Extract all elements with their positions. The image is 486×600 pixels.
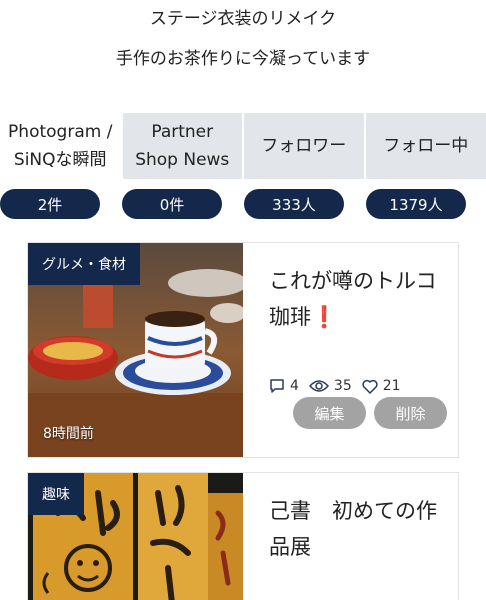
tab-photogram-label-1: Photogram / [8,122,113,142]
tab-following-label: フォロー中 [383,136,469,156]
tab-partner-label-1: Partner [151,122,214,142]
bio-line-2: 手作のお茶作りに今凝っています [115,49,371,69]
category-badge: 趣味 [28,473,84,515]
category-badge: グルメ・食材 [28,243,140,285]
post-card[interactable]: 趣味 己書 初めての作品展 [27,472,459,600]
tab-following[interactable]: フォロー中 [365,113,486,179]
heart-icon[interactable] [362,379,378,394]
like-count[interactable]: 21 [362,378,401,394]
comment-icon [270,379,284,393]
post-meta: 4 35 21 [269,378,411,394]
post-thumbnail-turkish-coffee[interactable]: グルメ・食材 8時間前 [28,243,243,457]
partner-count-badge[interactable]: 0件 [122,189,222,219]
tab-partner-shop-news[interactable]: Partner Shop News [122,113,242,179]
like-count-value: 21 [382,378,401,394]
following-count-badge[interactable]: 1379人 [366,189,466,219]
tab-followers-label: フォロワー [261,136,347,156]
view-count: 35 [308,378,352,394]
comment-count: 4 [269,378,299,394]
view-count-value: 35 [333,378,352,394]
delete-button[interactable]: 削除 [374,397,447,429]
post-title[interactable]: これが噂のトルコ珈琲❗ [269,263,439,335]
post-title[interactable]: 己書 初めての作品展 [269,493,439,565]
eye-icon [308,380,329,392]
tab-followers[interactable]: フォロワー [244,113,364,179]
profile-stats-tabs: Photogram / SiNQな瞬間 Partner Shop News フォロワ… [0,113,486,179]
tab-photogram-label-2: SiNQな瞬間 [13,150,107,170]
edit-button[interactable]: 編集 [293,397,366,429]
followers-count-badge[interactable]: 333人 [244,189,344,219]
tab-partner-label-2: Shop News [135,150,230,170]
comment-count-value: 4 [290,378,299,394]
photogram-count-badge[interactable]: 2件 [0,189,100,219]
bio-line-1: ステージ衣装のリメイク [149,9,337,29]
post-time: 8時間前 [43,426,94,442]
post-card[interactable]: グルメ・食材 8時間前 これが噂のトルコ珈琲❗ 4 35 21 編集 削除 [27,242,459,458]
tab-photogram[interactable]: Photogram / SiNQな瞬間 [0,113,121,179]
post-thumbnail-calligraphy[interactable]: 趣味 [28,473,243,600]
